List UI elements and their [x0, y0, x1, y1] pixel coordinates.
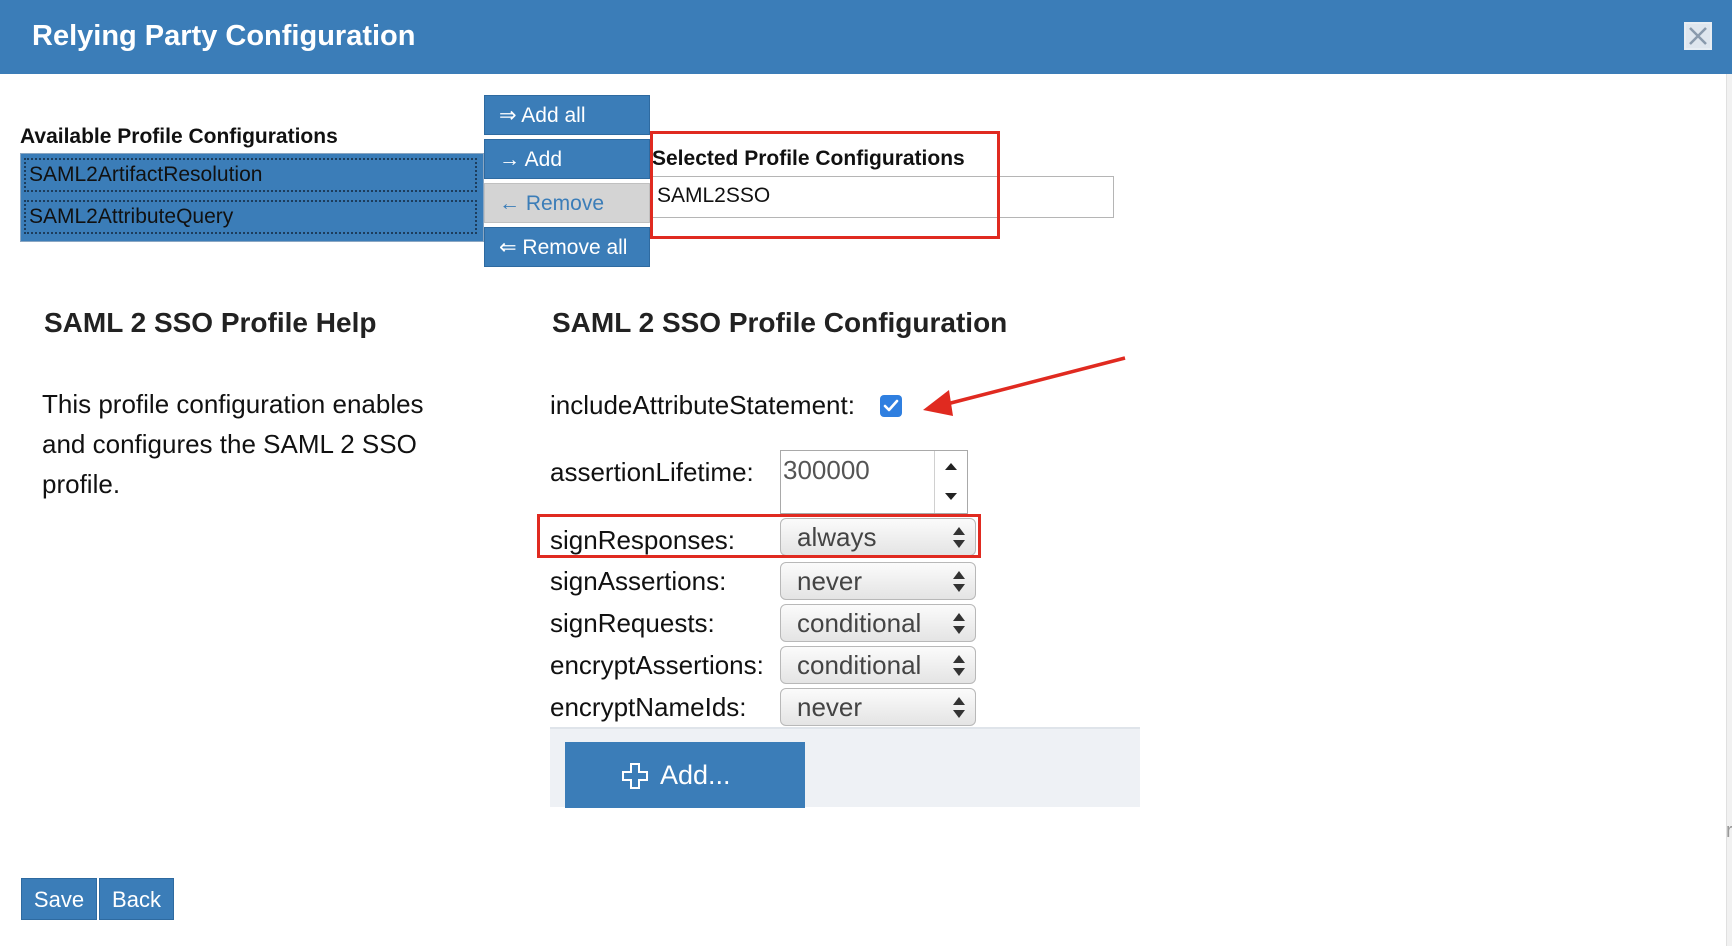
- select-value: conditional: [797, 650, 922, 680]
- select-arrows-icon: [953, 613, 965, 635]
- list-item[interactable]: SAML2AttributeQuery: [23, 199, 478, 235]
- include-attribute-statement-checkbox[interactable]: [880, 395, 902, 417]
- spinner-up-icon[interactable]: [945, 463, 957, 470]
- close-icon[interactable]: [1684, 22, 1712, 50]
- list-item[interactable]: SAML2ArtifactResolution: [23, 157, 478, 193]
- sign-requests-label: signRequests:: [550, 608, 715, 638]
- assertion-lifetime-value: 300000: [783, 455, 870, 485]
- page-scrollbar[interactable]: [1726, 74, 1732, 946]
- config-heading: SAML 2 SSO Profile Configuration: [552, 307, 1008, 338]
- select-value: never: [797, 566, 863, 596]
- select-value: never: [797, 692, 863, 722]
- remove-button[interactable]: ← Remove: [484, 183, 650, 223]
- annotation-highlight-box: [650, 131, 1000, 239]
- sign-requests-select[interactable]: conditional: [780, 604, 976, 642]
- number-spinner[interactable]: [934, 451, 967, 513]
- select-arrows-icon: [953, 697, 965, 719]
- help-text: This profile configuration enables and c…: [42, 389, 424, 499]
- save-button[interactable]: Save: [21, 878, 97, 920]
- assertion-lifetime-input[interactable]: 300000: [780, 450, 968, 514]
- add-item-label: Add...: [660, 760, 731, 790]
- help-heading: SAML 2 SSO Profile Help: [44, 307, 377, 338]
- select-arrows-icon: [953, 655, 965, 677]
- dialog-title: Relying Party Configuration: [32, 20, 416, 52]
- encrypt-name-ids-label: encryptNameIds:: [550, 692, 747, 722]
- annotation-arrow: [923, 356, 1126, 416]
- assertion-lifetime-label: assertionLifetime:: [550, 457, 754, 487]
- annotation-highlight-box: [537, 514, 981, 558]
- sign-assertions-select[interactable]: never: [780, 562, 976, 600]
- include-attribute-statement-label: includeAttributeStatement:: [550, 390, 855, 420]
- back-button[interactable]: Back: [99, 878, 174, 920]
- select-value: conditional: [797, 608, 922, 638]
- spinner-down-icon[interactable]: [945, 493, 957, 500]
- add-item-button[interactable]: Add...: [565, 742, 805, 808]
- available-profiles-label: Available Profile Configurations: [20, 125, 338, 148]
- encrypt-name-ids-select[interactable]: never: [780, 688, 976, 726]
- remove-all-button[interactable]: ⇐ Remove all: [484, 227, 650, 267]
- available-profiles-list[interactable]: SAML2ArtifactResolution SAML2AttributeQu…: [20, 153, 484, 242]
- encrypt-assertions-label: encryptAssertions:: [550, 650, 764, 680]
- encrypt-assertions-select[interactable]: conditional: [780, 646, 976, 684]
- add-button[interactable]: → Add: [484, 139, 650, 179]
- select-arrows-icon: [953, 571, 965, 593]
- add-all-button[interactable]: ⇒ Add all: [484, 95, 650, 135]
- background-text: r: [1726, 820, 1732, 842]
- sign-assertions-label: signAssertions:: [550, 566, 727, 596]
- plus-icon: [621, 762, 649, 795]
